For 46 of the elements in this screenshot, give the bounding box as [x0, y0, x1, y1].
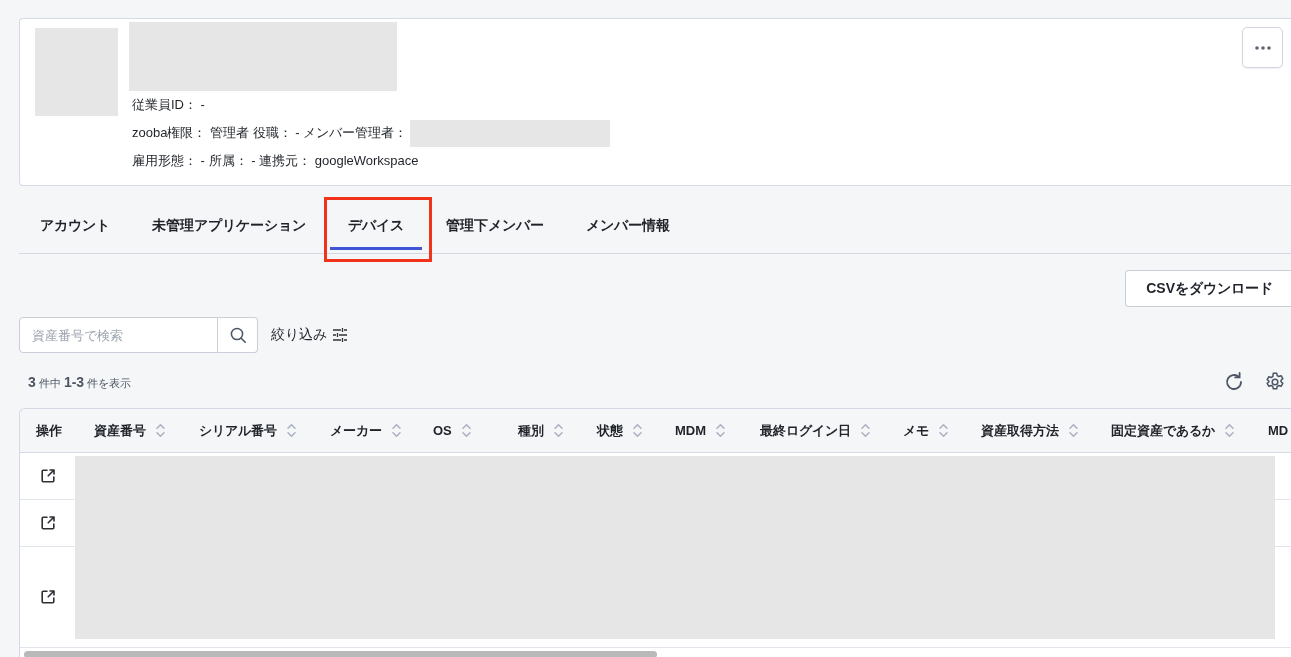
- refresh-icon[interactable]: [1224, 372, 1244, 392]
- column-header[interactable]: メーカー: [314, 409, 417, 452]
- download-button[interactable]: CSVをダウンロード: [1125, 270, 1291, 307]
- sort-icon: [392, 423, 401, 438]
- tab[interactable]: 未管理アプリケーション: [134, 197, 324, 250]
- tab[interactable]: アカウント: [22, 197, 128, 250]
- column-header[interactable]: メモ: [887, 409, 965, 452]
- column-header[interactable]: OS: [417, 409, 502, 452]
- column-header[interactable]: シリアル番号: [183, 409, 314, 452]
- scrollbar-thumb[interactable]: [24, 651, 657, 657]
- search-icon: [229, 327, 246, 343]
- sort-icon: [156, 423, 165, 438]
- column-header[interactable]: 資産取得方法: [965, 409, 1095, 452]
- column-header[interactable]: 状態: [581, 409, 659, 452]
- sort-icon: [939, 423, 948, 438]
- sort-icon: [1069, 423, 1078, 438]
- sort-icon: [716, 423, 726, 438]
- external-link-icon[interactable]: [39, 468, 56, 484]
- sliders-icon: [333, 328, 347, 342]
- sort-icon: [861, 423, 870, 438]
- profile-field: zooba権限： 管理者 役職： - メンバー管理者：: [132, 124, 408, 142]
- column-header[interactable]: MDM: [659, 409, 744, 452]
- column-header[interactable]: 最終ログイン日: [744, 409, 887, 452]
- column-header[interactable]: 種別: [502, 409, 581, 452]
- sort-icon: [1225, 423, 1234, 438]
- more-icon: [1254, 45, 1271, 50]
- profile-field: 雇用形態： - 所属： - 連携元： googleWorkspace: [132, 152, 419, 170]
- sort-icon: [287, 423, 296, 438]
- column-header[interactable]: 固定資産であるか: [1095, 409, 1252, 452]
- tab[interactable]: 管理下メンバー: [428, 197, 562, 250]
- external-link-icon[interactable]: [39, 515, 56, 531]
- column-header[interactable]: 資産番号: [78, 409, 183, 452]
- column-header: 操作: [35, 421, 63, 440]
- sort-icon: [554, 423, 563, 438]
- sort-icon: [633, 423, 642, 438]
- tab[interactable]: メンバー情報: [568, 197, 688, 250]
- profile-field: 従業員ID： -: [132, 96, 205, 114]
- column-header: MD: [1267, 422, 1290, 440]
- external-link-icon[interactable]: [39, 589, 56, 605]
- sort-icon: [461, 423, 471, 438]
- gear-icon[interactable]: [1265, 372, 1285, 392]
- tab[interactable]: デバイス: [330, 197, 422, 250]
- result-count: 3 件中 1-3 件を表示: [28, 373, 132, 391]
- search-field[interactable]: 資産番号で検索: [19, 317, 218, 353]
- search-button[interactable]: [218, 317, 258, 353]
- filter-button[interactable]: 絞り込み: [271, 326, 347, 344]
